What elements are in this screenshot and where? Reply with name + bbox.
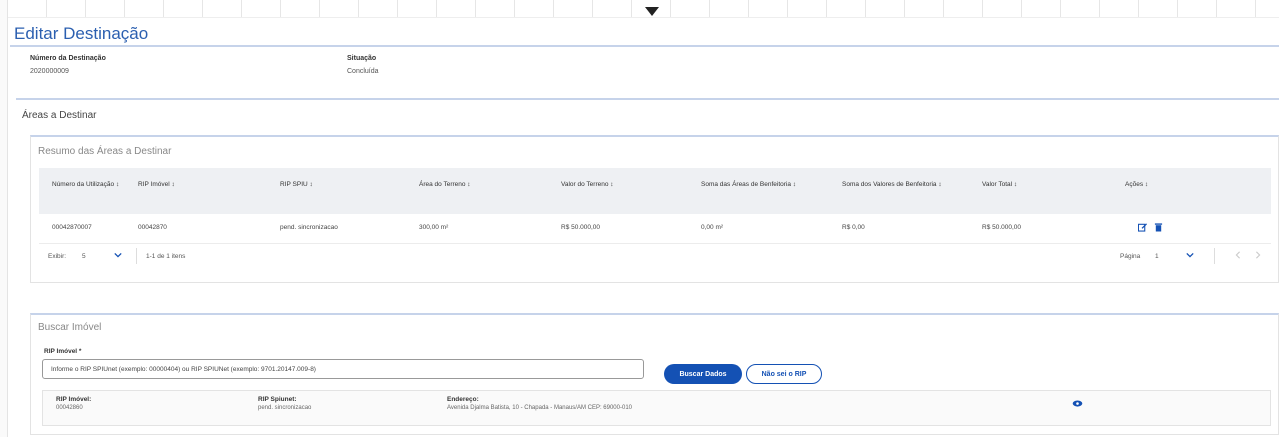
nao-sei-rip-button[interactable]: Não sei o RIP — [746, 364, 822, 384]
result-rip-imovel-label: RIP Imóvel: — [56, 396, 92, 403]
col-acoes[interactable]: Ações ↕ — [1125, 181, 1148, 188]
rip-imovel-label: RIP Imóvel * — [44, 348, 82, 355]
cell-numero: 00042870007 — [52, 224, 92, 231]
situacao-label: Situação — [347, 55, 377, 62]
cell-valor-terreno: R$ 50.000,00 — [561, 224, 601, 231]
table-header — [39, 168, 1271, 214]
chevron-right-icon[interactable] — [1254, 251, 1262, 259]
situacao-value: Concluída — [347, 68, 379, 75]
pagination-divider — [1214, 248, 1215, 264]
result-endereco-value: Avenida Djalma Batista, 10 - Chapada - M… — [447, 405, 632, 411]
resumo-title: Resumo das Áreas a Destinar — [38, 146, 172, 157]
per-page-select[interactable]: 5 — [82, 253, 86, 260]
page-select[interactable]: 1 — [1155, 253, 1159, 260]
result-rip-spiunet-label: RIP Spiunet: — [258, 396, 297, 403]
col-rip-imovel[interactable]: RIP Imóvel ↕ — [138, 181, 175, 188]
top-ruler-strip — [8, 0, 1279, 18]
cell-rip-imovel: 00042870 — [138, 224, 167, 231]
result-endereco-label: Endereço: — [447, 396, 479, 403]
trash-icon[interactable] — [1154, 222, 1163, 232]
numero-destinacao-value: 2020000009 — [30, 68, 69, 75]
chevron-down-icon[interactable] — [1186, 251, 1194, 259]
col-valor-terreno[interactable]: Valor do Terreno ↕ — [561, 181, 614, 188]
cell-soma-valores: R$ 0,00 — [842, 224, 865, 231]
cell-area-terreno: 300,00 m² — [419, 224, 449, 231]
result-rip-imovel-value: 00042860 — [56, 405, 83, 411]
left-rail — [0, 0, 8, 437]
eye-icon[interactable] — [1072, 400, 1083, 407]
col-area-terreno[interactable]: Área do Terreno ↕ — [419, 181, 471, 188]
chevron-left-icon[interactable] — [1234, 251, 1242, 259]
col-soma-valores[interactable]: Soma dos Valores de Benfeitoria ↕ — [842, 181, 942, 188]
col-rip-spiu[interactable]: RIP SPIU ↕ — [280, 181, 313, 188]
pagina-label: Página — [1120, 253, 1141, 260]
collapse-caret-icon[interactable] — [645, 7, 659, 16]
col-soma-areas[interactable]: Soma das Áreas de Benfeitoria ↕ — [701, 181, 796, 188]
numero-destinacao-label: Número da Destinação — [30, 55, 106, 62]
buscar-title: Buscar Imóvel — [38, 322, 102, 333]
search-result-row — [42, 390, 1271, 426]
cell-valor-total: R$ 50.000,00 — [982, 224, 1022, 231]
title-divider — [10, 45, 1279, 47]
cell-rip-spiu: pend. sincronizacao — [280, 224, 338, 231]
edit-icon[interactable] — [1138, 222, 1147, 232]
page-title: Editar Destinação — [14, 24, 149, 43]
exibir-label: Exibir: — [48, 253, 67, 260]
areas-divider — [16, 98, 1279, 100]
result-rip-spiunet-value: pend. sincronizacao — [258, 405, 312, 411]
row-separator — [39, 243, 1271, 244]
pagination-divider — [136, 248, 137, 264]
rip-imovel-input[interactable] — [42, 359, 644, 379]
cell-soma-areas: 0,00 m² — [701, 224, 724, 231]
buscar-dados-button[interactable]: Buscar Dados — [664, 364, 742, 384]
areas-section-title: Áreas a Destinar — [22, 110, 97, 121]
col-valor-total[interactable]: Valor Total ↕ — [982, 181, 1017, 188]
chevron-down-icon[interactable] — [114, 251, 122, 259]
items-range: 1-1 de 1 itens — [146, 253, 186, 260]
col-numero-utilizacao[interactable]: Número da Utilização ↕ — [52, 181, 119, 188]
